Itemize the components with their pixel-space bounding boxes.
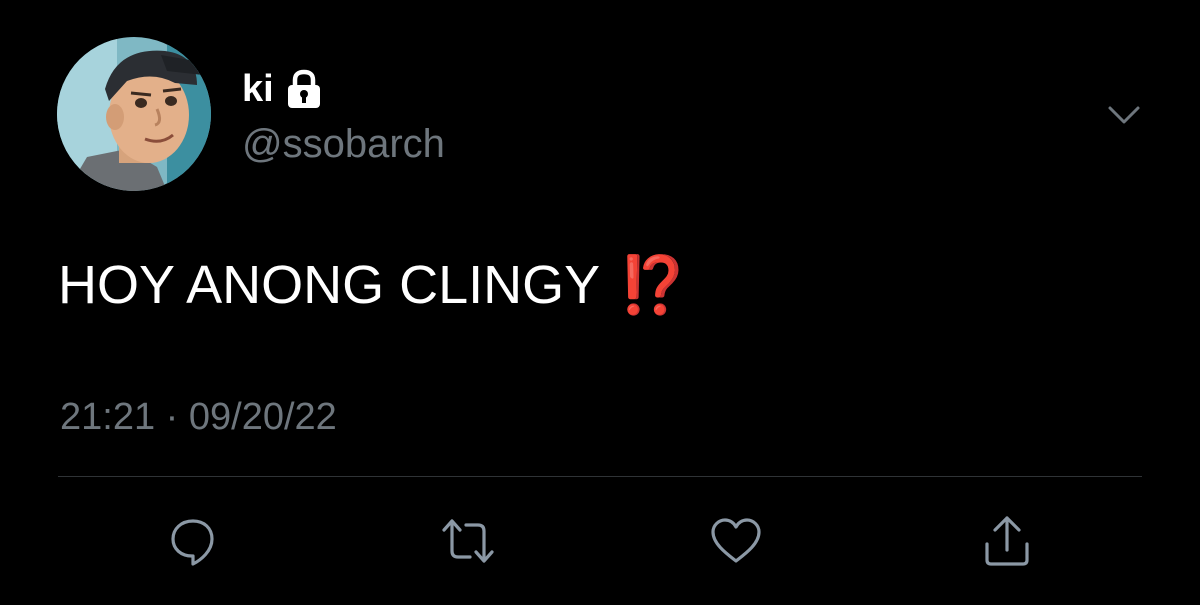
like-button[interactable] — [704, 509, 768, 573]
user-name-row[interactable]: ki — [242, 64, 322, 114]
exclamation-question-icon: ⁉️ — [618, 253, 688, 316]
reply-button[interactable] — [161, 509, 225, 573]
avatar-image — [57, 37, 211, 191]
retweet-icon — [442, 519, 494, 563]
user-handle[interactable]: @ssobarch — [242, 118, 445, 170]
timestamp[interactable]: 21:21 · 09/20/22 — [60, 392, 337, 442]
chevron-down-icon[interactable] — [1104, 100, 1144, 130]
avatar[interactable] — [57, 37, 211, 191]
share-icon — [985, 516, 1029, 566]
share-button[interactable] — [975, 509, 1039, 573]
reply-icon — [171, 519, 214, 566]
tweet-body: HOY ANONG CLINGY — [58, 255, 601, 315]
display-name[interactable]: ki — [242, 64, 274, 114]
heart-icon — [711, 518, 761, 563]
lock-icon — [286, 69, 322, 109]
tweet-card: ki @ssobarch HOY ANONG CLINGY ⁉️ 21:21 ·… — [0, 0, 1200, 605]
tweet-text: HOY ANONG CLINGY ⁉️ — [58, 252, 688, 318]
retweet-button[interactable] — [436, 509, 500, 573]
divider — [58, 476, 1142, 477]
